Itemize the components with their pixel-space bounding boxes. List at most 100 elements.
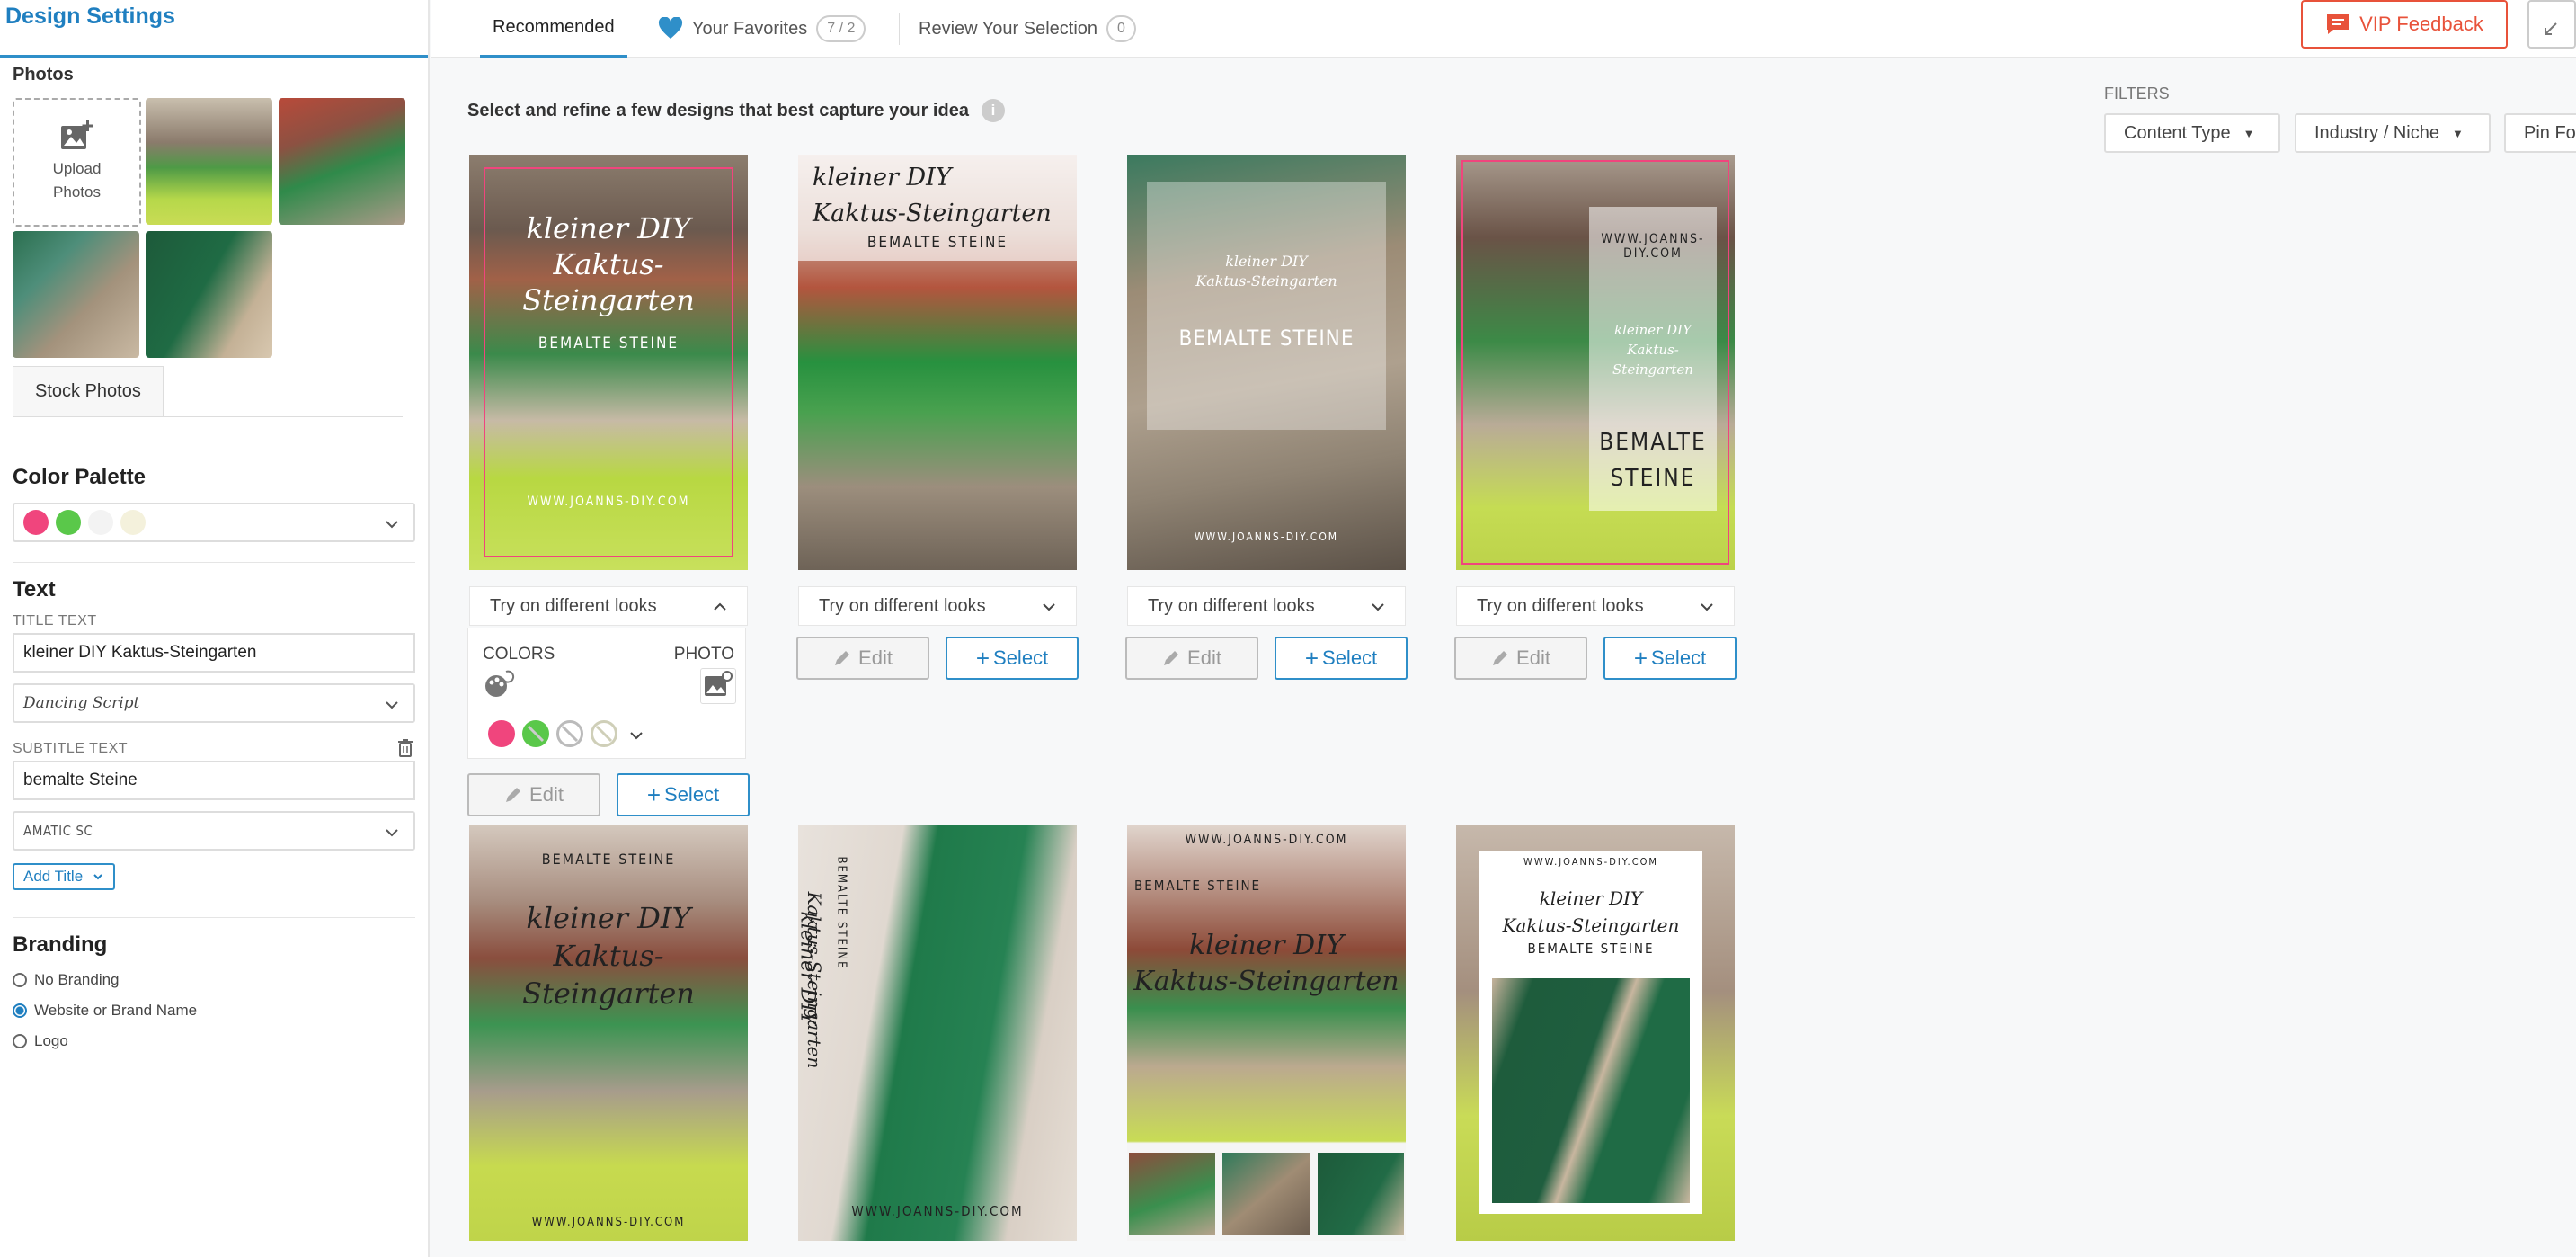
edit-button[interactable]: Edit — [1454, 637, 1587, 680]
pin-title: kleiner DIY Kaktus-Steingarten — [798, 160, 1077, 232]
try-different-looks-toggle[interactable]: Try on different looks — [1456, 586, 1735, 626]
branding-option-website[interactable]: Website or Brand Name — [13, 995, 415, 1026]
look-color-swatch-disabled[interactable] — [556, 720, 583, 747]
branding-option-none[interactable]: No Branding — [13, 965, 415, 995]
vip-feedback-button[interactable]: VIP Feedback — [2301, 0, 2508, 49]
pin-title-line-1: kleiner DIY — [813, 164, 952, 192]
pin-subtitle: BEMALTE STEINE — [1527, 941, 1655, 957]
pin-design-card[interactable]: kleiner DIY Kaktus-Steingarten BEMALTE S… — [798, 825, 1077, 1241]
pin-design-card[interactable]: kleiner DIY Kaktus-Steingarten BEMALTE S… — [798, 155, 1077, 570]
pin-design-card[interactable]: kleiner DIY Kaktus-Steingarten BEMALTE S… — [469, 155, 748, 570]
pin-url: WWW.JOANNS-DIY.COM — [1185, 833, 1348, 847]
tab-review-selection[interactable]: Review Your Selection 0 — [919, 0, 1136, 58]
subtitle-text-input[interactable]: bemalte Steine — [13, 761, 415, 800]
select-button[interactable]: + Select — [946, 637, 1079, 680]
pin-subtitle: BEMALTE STEINE — [1589, 424, 1717, 496]
filter-pin-format[interactable]: Pin Fo — [2504, 113, 2576, 153]
look-color-swatch[interactable] — [488, 720, 515, 747]
photo-thumbnail[interactable] — [13, 231, 139, 358]
pin-design-card[interactable]: kleiner DIY Kaktus-Steingarten BEMALTE S… — [1127, 155, 1406, 570]
pin-design-card[interactable]: WWW.JOANNS-DIY.COM kleiner DIY Kaktus-St… — [1456, 825, 1735, 1241]
tab-label: Your Favorites — [692, 18, 808, 39]
pin-design-card[interactable]: WWW.JOANNS-DIY.COM BEMALTE STEINE kleine… — [1127, 825, 1406, 1241]
add-title-button[interactable]: Add Title — [13, 863, 116, 890]
edit-button[interactable]: Edit — [1125, 637, 1258, 680]
palette-swatch — [56, 510, 81, 535]
caret-down-icon: ▼ — [2243, 126, 2255, 140]
chevron-down-icon — [1372, 603, 1384, 611]
pin-thumb — [1222, 1153, 1310, 1235]
pin-title: kleiner DIY Kaktus-Steingarten — [1127, 252, 1406, 291]
radio-button[interactable] — [13, 1003, 27, 1018]
sidebar-header: Design Settings — [0, 0, 428, 58]
chevron-down-icon[interactable] — [628, 727, 644, 744]
try-different-looks-toggle[interactable]: Try on different looks — [469, 586, 748, 626]
filter-industry-niche[interactable]: Industry / Niche ▼ — [2295, 113, 2491, 153]
edit-button[interactable]: Edit — [796, 637, 929, 680]
look-color-swatch[interactable] — [522, 720, 549, 747]
chevron-down-icon — [93, 874, 102, 880]
select-label: Select — [664, 783, 720, 806]
pin-title-line-2: Kaktus-Steingarten — [522, 939, 695, 1011]
chevron-up-icon — [714, 602, 726, 611]
chevron-down-icon — [386, 521, 398, 529]
try-different-looks-toggle[interactable]: Try on different looks — [798, 586, 1077, 626]
pin-subtitle: BEMALTE STEINE — [834, 856, 848, 970]
pin-subtitle: BEMALTE STEINE — [1178, 325, 1355, 351]
tab-label: Recommended — [493, 17, 615, 37]
instruction-text: Select and refine a few designs that bes… — [467, 99, 1005, 122]
vip-feedback-label: VIP Feedback — [2359, 13, 2483, 35]
photo-thumbnail[interactable] — [146, 98, 272, 225]
shuffle-photo-button[interactable] — [700, 668, 736, 704]
look-color-swatch-disabled[interactable] — [591, 720, 617, 747]
heart-icon — [658, 17, 683, 39]
pin-title: kleiner DIY Kaktus-Steingarten — [469, 210, 748, 318]
select-label: Select — [1322, 646, 1378, 669]
chevron-down-icon — [386, 701, 398, 709]
chevron-down-icon — [1701, 603, 1713, 611]
select-button[interactable]: + Select — [617, 773, 750, 816]
subtitle-font-select[interactable]: AMATIC SC — [13, 811, 415, 851]
stock-photos-tab[interactable]: Stock Photos — [13, 366, 164, 416]
title-text-input[interactable]: kleiner DIY Kaktus-Steingarten — [13, 633, 415, 673]
pin-title-line-2: Kaktus-Steingarten — [813, 200, 1052, 227]
pin-design-card[interactable]: WWW.JOANNS-DIY.COM kleiner DIY Kaktus-St… — [1456, 155, 1735, 570]
pin-url: WWW.JOANNS-DIY.COM — [1523, 856, 1658, 868]
pin-subtitle: BEMALTE STEINE — [1134, 878, 1262, 894]
select-button[interactable]: + Select — [1603, 637, 1737, 680]
color-palette-select[interactable] — [13, 503, 415, 542]
shuffle-colors-button[interactable] — [483, 668, 519, 704]
chat-icon — [2327, 14, 2349, 34]
photo-thumbnail[interactable] — [146, 231, 272, 358]
title-font-select[interactable]: Dancing Script — [13, 683, 415, 723]
pin-title: kleiner DIY Kaktus-Steingarten — [1127, 928, 1406, 1000]
pin-title-line-1: kleiner DIY — [1225, 253, 1308, 270]
radio-button[interactable] — [13, 973, 27, 987]
photo-thumbnail[interactable] — [279, 98, 405, 225]
radio-button[interactable] — [13, 1034, 27, 1048]
pin-design-card[interactable]: BEMALTE STEINE kleiner DIY Kaktus-Steing… — [469, 825, 748, 1241]
edit-button[interactable]: Edit — [467, 773, 600, 816]
upload-label-1: Upload — [52, 159, 102, 177]
pin-title-line-2: Kaktus-Steingarten — [522, 247, 695, 317]
branding-option-logo[interactable]: Logo — [13, 1026, 415, 1056]
select-button[interactable]: + Select — [1275, 637, 1408, 680]
filter-label: Pin Fo — [2524, 122, 2576, 143]
info-icon[interactable]: i — [981, 99, 1005, 122]
pin-url: WWW.JOANNS-DIY.COM — [1194, 530, 1339, 543]
trash-icon[interactable] — [397, 739, 413, 757]
tab-recommended[interactable]: Recommended — [480, 0, 627, 58]
tab-your-favorites[interactable]: Your Favorites 7 / 2 — [658, 0, 866, 58]
instruction-label: Select and refine a few designs that bes… — [467, 100, 969, 120]
filter-label: Industry / Niche — [2314, 122, 2439, 143]
pencil-icon — [506, 788, 521, 802]
upload-photos-button[interactable]: Upload Photos — [13, 98, 141, 227]
palette-refresh-icon — [485, 670, 515, 697]
expand-button[interactable] — [2527, 0, 2576, 49]
filters-label: FILTERS — [2104, 85, 2170, 103]
favorites-count-badge: 7 / 2 — [816, 15, 866, 42]
photos-grid: Upload Photos — [13, 98, 415, 368]
edit-label: Edit — [529, 783, 564, 806]
try-different-looks-toggle[interactable]: Try on different looks — [1127, 586, 1406, 626]
filter-content-type[interactable]: Content Type ▼ — [2104, 113, 2280, 153]
